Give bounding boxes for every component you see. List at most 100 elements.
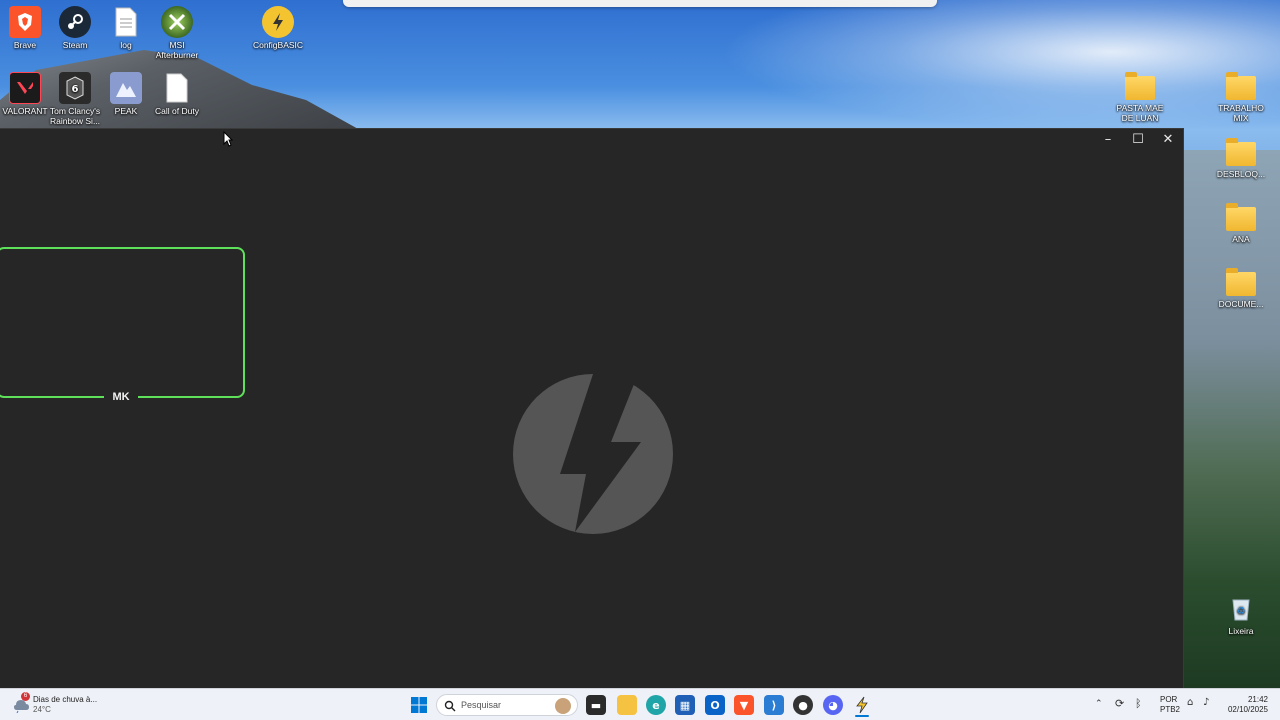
taskbar-vscode[interactable]: ⟩ [764, 695, 784, 715]
minimize-button[interactable]: – [1093, 129, 1123, 149]
desktop-folder-ana[interactable]: ANA [1213, 201, 1269, 244]
close-icon: ✕ [1162, 131, 1174, 147]
steam-icon [59, 6, 91, 38]
store-icon: ▦ [679, 698, 691, 712]
desktop-icon-configbasic[interactable]: ConfigBASIC [250, 6, 306, 50]
afterburner-icon [161, 6, 193, 38]
desktop-icon-rainbow-six[interactable]: 6 Tom Clancy's Rainbow Si... [47, 72, 103, 126]
taskbar-discord[interactable]: ◕ [823, 695, 843, 715]
minimize-icon: – [1104, 131, 1112, 147]
active-indicator [855, 715, 869, 717]
desktop-folder-pasta-mae[interactable]: PASTA MAE DE LUAN [1112, 70, 1168, 123]
folder-icon [1125, 72, 1155, 100]
windows-icon [411, 697, 427, 713]
lightning-bolt-icon [856, 696, 868, 714]
desktop-folder-desbloq[interactable]: DESBLOQ... [1213, 136, 1269, 179]
maximize-icon: ☐ [1132, 131, 1144, 147]
desktop-icon-label: Steam [62, 40, 88, 50]
search-highlight-icon [555, 698, 571, 714]
vscode-icon: ⟩ [771, 698, 777, 712]
app-logo [513, 374, 673, 534]
clock-date: 02/10/2025 [1227, 705, 1268, 714]
desktop-icon-label: DESBLOQ... [1216, 169, 1266, 179]
desktop-folder-trabalho-mix[interactable]: TRABALHO MIX [1213, 70, 1269, 123]
taskbar-edge[interactable]: e [646, 695, 666, 715]
brave-icon: ▼ [739, 698, 749, 712]
folder-icon [1226, 268, 1256, 296]
weather-badge: 6 [21, 692, 30, 701]
desktop-icon-label: Call of Duty [155, 106, 199, 116]
start-button[interactable] [409, 695, 429, 715]
desktop-icon-valorant[interactable]: VALORANT [0, 72, 53, 116]
weather-title: Dias de chuva à... [33, 695, 98, 704]
taskbar-search[interactable]: Pesquisar [436, 694, 578, 716]
taskbar-outlook[interactable]: O [705, 695, 725, 715]
svg-text:6: 6 [72, 84, 79, 95]
desktop-icon-label: Lixeira [1228, 626, 1254, 636]
rainbow-six-icon: 6 [59, 72, 91, 104]
search-icon [444, 700, 456, 712]
taskbar: 6 Dias de chuva à... 24°C Pesquisar ▬ e … [0, 688, 1280, 720]
desktop-icon-label: Tom Clancy's Rainbow Si... [49, 106, 101, 126]
card-label: MK [104, 389, 138, 405]
discord-icon: ◕ [828, 698, 838, 712]
text-file-icon [110, 6, 142, 38]
brave-icon [9, 6, 41, 38]
tray-bluetooth-icon[interactable]: ᛒ [1135, 697, 1142, 710]
taskbar-store[interactable]: ▦ [675, 695, 695, 715]
close-button[interactable]: ✕ [1153, 129, 1183, 149]
blank-file-icon [161, 72, 193, 104]
svg-text:♻: ♻ [1237, 606, 1246, 617]
desktop-icon-label: ConfigBASIC [252, 40, 304, 50]
desktop-icon-label: PEAK [114, 106, 138, 116]
lightning-bolt-icon [262, 6, 294, 38]
desktop-icon-label: DOCUME... [1218, 299, 1264, 309]
language-line2: PTB2 [1160, 705, 1181, 714]
language-line1[interactable]: POR [1160, 695, 1177, 705]
weather-temp: 24°C [33, 705, 51, 714]
desktop-icon-steam[interactable]: Steam [47, 6, 103, 50]
taskbar-configbasic[interactable] [852, 695, 872, 717]
wallpaper-clouds [720, 0, 1280, 130]
search-placeholder: Pesquisar [461, 700, 502, 710]
desktop-icon-label: Brave [13, 40, 37, 50]
taskbar-brave[interactable]: ▼ [734, 695, 754, 715]
desktop-icon-label: MSI Afterburner [155, 40, 199, 60]
valorant-icon [9, 72, 41, 104]
mountain-icon [110, 72, 142, 104]
folder-icon [1226, 72, 1256, 100]
taskbar-file-explorer[interactable] [617, 695, 637, 715]
edge-icon: e [652, 698, 660, 712]
desktop-icon-lixeira[interactable]: ♻ Lixeira [1213, 592, 1269, 636]
task-view-icon: ▬ [590, 698, 602, 712]
desktop-icon-msi-afterburner[interactable]: MSI Afterburner [149, 6, 205, 60]
desktop-icon-label: TRABALHO MIX [1218, 103, 1264, 123]
tray-refresh-icon[interactable]: ⟳ [1115, 697, 1124, 710]
desktop-folder-documentos[interactable]: DOCUME... [1213, 266, 1269, 309]
desktop-icon-peak[interactable]: PEAK [98, 72, 154, 116]
profile-card[interactable] [0, 247, 245, 398]
network-icon[interactable]: ⌂ [1187, 697, 1193, 708]
taskbar-task-view[interactable]: ▬ [586, 695, 606, 715]
desktop-icon-brave[interactable]: Brave [0, 6, 53, 50]
folder-icon [1226, 203, 1256, 231]
mouse-cursor-icon [223, 131, 233, 147]
desktop-icon-label: ANA [1232, 234, 1250, 244]
top-drop-bar [343, 0, 937, 7]
lightning-bolt-icon [560, 374, 641, 532]
taskbar-app-dark[interactable]: ● [793, 695, 813, 715]
desktop-icon-log[interactable]: log [98, 6, 154, 50]
weather-widget-icon[interactable]: 6 [12, 692, 30, 714]
outlook-icon: O [710, 698, 720, 712]
volume-icon[interactable]: ♪ [1203, 697, 1209, 708]
app-window: – ☐ ✕ MK [0, 128, 1184, 688]
app-icon: ● [798, 698, 808, 712]
recycle-bin-icon: ♻ [1225, 592, 1257, 624]
folder-icon [1226, 138, 1256, 166]
maximize-button[interactable]: ☐ [1123, 129, 1153, 149]
desktop-icon-call-of-duty[interactable]: Call of Duty [149, 72, 205, 116]
desktop-icon-label: VALORANT [2, 106, 48, 116]
chevron-up-icon[interactable]: ⌃ [1095, 699, 1103, 709]
desktop-icon-label: PASTA MAE DE LUAN [1116, 103, 1164, 123]
clock-time[interactable]: 21:42 [1228, 695, 1268, 705]
